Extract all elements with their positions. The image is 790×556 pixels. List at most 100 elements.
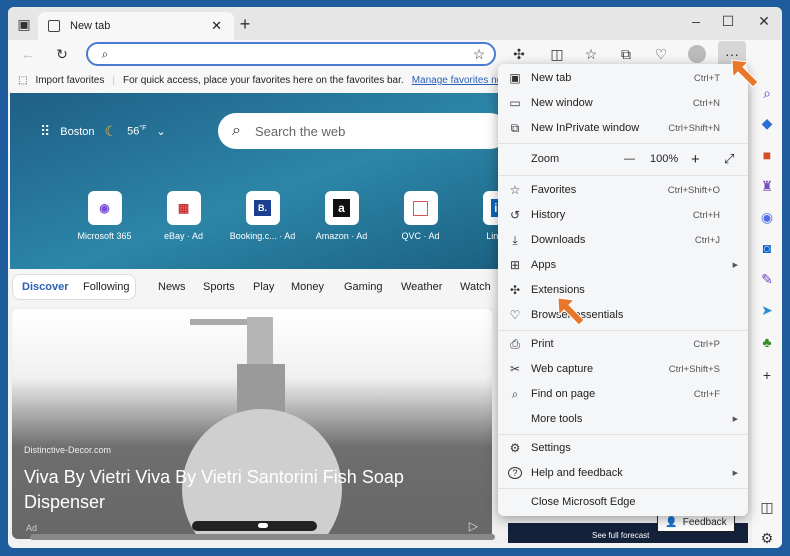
menu-item-browser-essentials[interactable]: ♡ Browser essentials xyxy=(498,303,748,327)
hide-sidebar-icon[interactable]: ◫ xyxy=(759,499,775,515)
new-tab-plus-icon[interactable]: + xyxy=(236,14,254,34)
chevron-down-icon[interactable]: ⌄ xyxy=(156,125,165,138)
tree-icon[interactable]: ♣ xyxy=(759,334,775,350)
see-forecast-link[interactable]: See full forecast xyxy=(592,531,649,540)
menu-item-more-tools[interactable]: More tools ▶ xyxy=(498,407,748,431)
menu-label: Close Microsoft Edge xyxy=(531,496,636,508)
menu-label: Print xyxy=(531,338,554,350)
tab-news[interactable]: News xyxy=(158,281,186,293)
microsoft-365-icon[interactable]: ◉ xyxy=(759,209,775,225)
shopping-tag-icon[interactable]: ◆ xyxy=(759,115,775,131)
menu-item-help-and-feedback[interactable]: ? Help and feedback ▶ xyxy=(498,461,748,485)
close-window-icon[interactable]: ✕ xyxy=(756,13,772,29)
menu-label: Settings xyxy=(531,442,571,454)
tile-microsoft-365[interactable]: ◉ Microsoft 365 xyxy=(65,191,144,241)
tab-new-tab[interactable]: New tab ✕ xyxy=(38,12,234,40)
tile-label: QVC · Ad xyxy=(401,231,440,241)
menu-item-settings[interactable]: ⚙ Settings xyxy=(498,436,748,460)
horizontal-scrollbar[interactable] xyxy=(30,534,495,540)
zoom-label: Zoom xyxy=(531,153,560,165)
zoom-in-button[interactable]: + xyxy=(691,151,700,168)
feedback-icon: 👤 xyxy=(665,516,678,528)
menu-label: New InPrivate window xyxy=(531,122,640,134)
tile-booking[interactable]: B. Booking.c... · Ad xyxy=(223,191,302,241)
tile-qvc[interactable]: Q QVC · Ad xyxy=(381,191,460,241)
weather-widget[interactable]: ⠿ Boston ☾ 56°F ⌄ xyxy=(40,123,166,140)
split-screen-icon[interactable]: ◫ xyxy=(549,46,565,62)
tab-discover[interactable]: Discover xyxy=(22,281,68,293)
feed-nav: Discover Following News Sports Play Mone… xyxy=(10,269,500,307)
quick-links: ◉ Microsoft 365 ▦ eBay · Ad B. Booking.c...… xyxy=(65,191,539,241)
right-sidebar: ⌕ ◆ ■ ♜ ◉ ◙ ✎ ➤ ♣ + ◫ ⚙ xyxy=(752,40,782,548)
tab-watch[interactable]: Watch xyxy=(460,281,491,293)
menu-shortcut: Ctrl+T xyxy=(693,72,720,84)
tab-play[interactable]: Play xyxy=(253,281,274,293)
tab-actions-icon[interactable]: ▣ xyxy=(16,16,32,32)
tab-money[interactable]: Money xyxy=(291,281,324,293)
tab-gaming[interactable]: Gaming xyxy=(344,281,383,293)
menu-item-find-on-page[interactable]: ⌕ Find on page Ctrl+F xyxy=(498,382,748,406)
favorites-icon: ☆ xyxy=(509,183,521,197)
menu-label: New tab xyxy=(531,72,572,84)
close-tab-icon[interactable]: ✕ xyxy=(211,18,222,34)
tile-ebay[interactable]: ▦ eBay · Ad xyxy=(144,191,223,241)
send-icon[interactable]: ➤ xyxy=(759,302,775,318)
extensions-icon[interactable]: ✣ xyxy=(511,46,527,62)
menu-item-downloads[interactable]: ⤓ Downloads Ctrl+J xyxy=(498,228,748,252)
submenu-arrow-icon: ▶ xyxy=(732,262,738,269)
zoom-out-button[interactable]: — xyxy=(624,153,635,165)
designer-icon[interactable]: ✎ xyxy=(759,271,775,287)
menu-item-history[interactable]: ↺ History Ctrl+H xyxy=(498,203,748,227)
back-icon[interactable]: ← xyxy=(20,46,36,62)
browser-essentials-icon[interactable]: ♡ xyxy=(653,46,669,62)
menu-label: Find on page xyxy=(531,388,596,400)
minimize-icon[interactable]: – xyxy=(688,13,704,29)
tab-weather[interactable]: Weather xyxy=(401,281,442,293)
card-title[interactable]: Viva By Vietri Viva By Vietri Santorini … xyxy=(24,465,444,515)
card-source: Distinctive-Decor.com xyxy=(24,445,112,455)
menu-item-apps[interactable]: ⊞ Apps ▶ xyxy=(498,253,748,277)
web-capture-icon: ✂ xyxy=(509,362,521,376)
refresh-icon[interactable]: ↻ xyxy=(54,46,70,62)
tab-sports[interactable]: Sports xyxy=(203,281,235,293)
web-search-box[interactable]: ⌕ Search the web xyxy=(218,113,508,149)
search-icon: ⌕ xyxy=(101,46,109,61)
carousel-dots[interactable] xyxy=(192,521,317,531)
adchoices-icon[interactable]: ▷ xyxy=(469,519,478,533)
favorites-icon[interactable]: ☆ xyxy=(583,46,599,62)
maximize-icon[interactable]: ☐ xyxy=(720,13,736,29)
menu-shortcut: Ctrl+Shift+N xyxy=(668,122,720,134)
tab-following[interactable]: Following xyxy=(83,281,129,293)
collections-icon[interactable]: ⧉ xyxy=(618,46,634,62)
divider xyxy=(498,434,748,435)
add-sidebar-app-icon[interactable]: + xyxy=(759,367,775,383)
divider xyxy=(498,330,748,331)
print-icon: ⎙ xyxy=(510,336,520,351)
ad-card[interactable]: Distinctive-Decor.com Viva By Vietri Viv… xyxy=(12,309,492,539)
search-icon: ⌕ xyxy=(232,122,241,139)
divider xyxy=(498,175,748,176)
menu-label: Apps xyxy=(531,259,557,271)
import-favorites-button[interactable]: Import favorites xyxy=(35,75,104,86)
menu-item-web-capture[interactable]: ✂ Web capture Ctrl+Shift+S xyxy=(498,357,748,381)
menu-item-new-tab[interactable]: ▣ New tab Ctrl+T xyxy=(498,66,748,90)
menu-item-new-window[interactable]: ▭ New window Ctrl+N xyxy=(498,91,748,115)
help-icon: ? xyxy=(508,467,522,479)
fullscreen-icon[interactable]: ⤢ xyxy=(724,151,734,167)
menu-item-new-inprivate-window[interactable]: ⧉ New InPrivate window Ctrl+Shift+N xyxy=(498,116,748,140)
profile-avatar[interactable] xyxy=(688,45,706,63)
address-bar[interactable]: ⌕ ☆ xyxy=(86,42,496,66)
tile-amazon[interactable]: a Amazon · Ad xyxy=(302,191,381,241)
import-favorites-icon: ⬚ xyxy=(18,75,28,86)
menu-item-extensions[interactable]: ✣ Extensions xyxy=(498,278,748,302)
tools-briefcase-icon[interactable]: ■ xyxy=(759,147,775,163)
sidebar-settings-icon[interactable]: ⚙ xyxy=(759,530,775,546)
outlook-icon[interactable]: ◙ xyxy=(759,240,775,256)
favorite-star-icon[interactable]: ☆ xyxy=(472,46,486,62)
menu-item-favorites[interactable]: ☆ Favorites Ctrl+Shift+O xyxy=(498,178,748,202)
menu-item-close-edge[interactable]: Close Microsoft Edge xyxy=(498,490,748,514)
apps-grid-icon[interactable]: ⠿ xyxy=(40,123,50,140)
games-icon[interactable]: ♜ xyxy=(759,178,775,194)
manage-favorites-link[interactable]: Manage favorites now xyxy=(412,75,510,86)
menu-item-print[interactable]: ⎙ Print Ctrl+P xyxy=(498,332,748,356)
